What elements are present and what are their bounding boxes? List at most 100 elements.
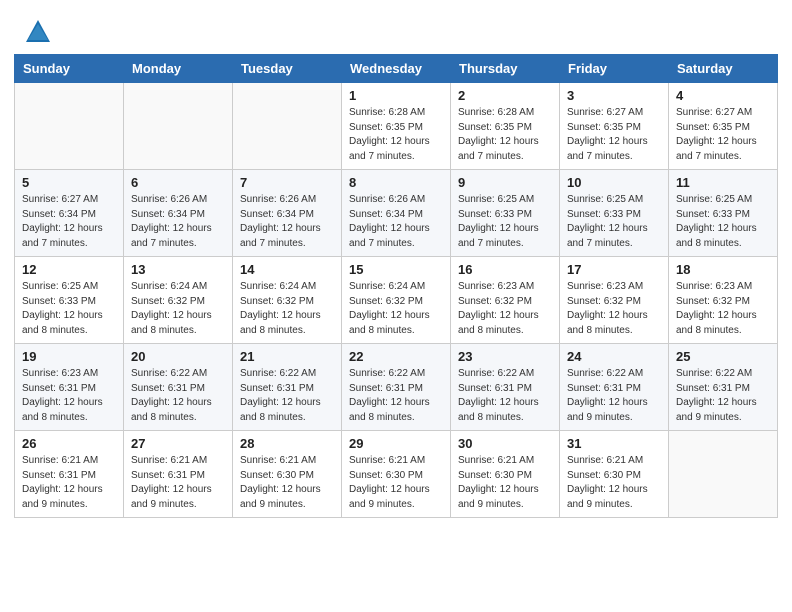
calendar-cell: 2 Sunrise: 6:28 AM Sunset: 6:35 PM Daylig… <box>451 83 560 170</box>
calendar-cell: 9Sunrise: 6:25 AM Sunset: 6:33 PM Daylig… <box>451 170 560 257</box>
header-cell-wednesday: Wednesday <box>342 55 451 83</box>
day-number: 24 <box>567 349 661 364</box>
calendar-cell: 18 Sunrise: 6:23 AM Sunset: 6:32 PM Dayli… <box>669 257 778 344</box>
calendar-cell: 29 Sunrise: 6:21 AM Sunset: 6:30 PM Dayli… <box>342 431 451 518</box>
day-info: Sunrise: 6:21 AM Sunset: 6:30 PM Dayligh… <box>349 454 443 512</box>
calendar-cell: 14 Sunrise: 6:24 AM Sunset: 6:32 PM Dayli… <box>233 257 342 344</box>
day-number: 11 <box>676 175 770 190</box>
header-cell-saturday: Saturday <box>669 55 778 83</box>
day-info: Sunrise: 6:21 AM Sunset: 6:30 PM Dayligh… <box>567 454 661 512</box>
calendar-cell: 25Sunrise: 6:22 AM Sunset: 6:31 PM Dayli… <box>669 344 778 431</box>
calendar-cell: 28 Sunrise: 6:21 AM Sunset: 6:30 PM Dayli… <box>233 431 342 518</box>
header-cell-monday: Monday <box>124 55 233 83</box>
calendar-cell: 19 Sunrise: 6:23 AM Sunset: 6:31 PM Dayli… <box>15 344 124 431</box>
header-cell-sunday: Sunday <box>15 55 124 83</box>
day-number: 12 <box>22 262 116 277</box>
calendar-cell <box>15 83 124 170</box>
day-number: 20 <box>131 349 225 364</box>
day-info: Sunrise: 6:26 AM Sunset: 6:34 PM Dayligh… <box>131 193 225 251</box>
day-info: Sunrise: 6:22 AM Sunset: 6:31 PM Dayligh… <box>240 367 334 425</box>
day-info: Sunrise: 6:23 AM Sunset: 6:32 PM Dayligh… <box>676 280 770 338</box>
calendar-cell: 7 Sunrise: 6:26 AM Sunset: 6:34 PM Daylig… <box>233 170 342 257</box>
calendar-cell: 4 Sunrise: 6:27 AM Sunset: 6:35 PM Daylig… <box>669 83 778 170</box>
calendar-cell <box>124 83 233 170</box>
day-info: Sunrise: 6:25 AM Sunset: 6:33 PM Dayligh… <box>567 193 661 251</box>
day-number: 15 <box>349 262 443 277</box>
calendar-cell: 1 Sunrise: 6:28 AM Sunset: 6:35 PM Daylig… <box>342 83 451 170</box>
day-number: 27 <box>131 436 225 451</box>
calendar-cell: 30 Sunrise: 6:21 AM Sunset: 6:30 PM Dayli… <box>451 431 560 518</box>
week-row-2: 12 Sunrise: 6:25 AM Sunset: 6:33 PM Dayli… <box>15 257 778 344</box>
day-info: Sunrise: 6:26 AM Sunset: 6:34 PM Dayligh… <box>240 193 334 251</box>
day-number: 30 <box>458 436 552 451</box>
day-number: 14 <box>240 262 334 277</box>
day-info: Sunrise: 6:24 AM Sunset: 6:32 PM Dayligh… <box>349 280 443 338</box>
day-number: 4 <box>676 88 770 103</box>
day-info: Sunrise: 6:21 AM Sunset: 6:30 PM Dayligh… <box>458 454 552 512</box>
day-info: Sunrise: 6:24 AM Sunset: 6:32 PM Dayligh… <box>240 280 334 338</box>
day-number: 28 <box>240 436 334 451</box>
calendar-cell: 17Sunrise: 6:23 AM Sunset: 6:32 PM Dayli… <box>560 257 669 344</box>
day-number: 7 <box>240 175 334 190</box>
header-cell-thursday: Thursday <box>451 55 560 83</box>
day-info: Sunrise: 6:27 AM Sunset: 6:35 PM Dayligh… <box>676 106 770 164</box>
calendar-cell: 3Sunrise: 6:27 AM Sunset: 6:35 PM Daylig… <box>560 83 669 170</box>
day-number: 9 <box>458 175 552 190</box>
day-number: 16 <box>458 262 552 277</box>
day-info: Sunrise: 6:22 AM Sunset: 6:31 PM Dayligh… <box>567 367 661 425</box>
calendar-cell: 23 Sunrise: 6:22 AM Sunset: 6:31 PM Dayli… <box>451 344 560 431</box>
calendar-cell: 15 Sunrise: 6:24 AM Sunset: 6:32 PM Dayli… <box>342 257 451 344</box>
day-number: 22 <box>349 349 443 364</box>
day-info: Sunrise: 6:26 AM Sunset: 6:34 PM Dayligh… <box>349 193 443 251</box>
page-header <box>0 0 792 54</box>
day-number: 2 <box>458 88 552 103</box>
calendar-cell: 5 Sunrise: 6:27 AM Sunset: 6:34 PM Daylig… <box>15 170 124 257</box>
logo <box>24 18 56 46</box>
calendar-cell: 8Sunrise: 6:26 AM Sunset: 6:34 PM Daylig… <box>342 170 451 257</box>
day-number: 1 <box>349 88 443 103</box>
day-number: 10 <box>567 175 661 190</box>
day-number: 23 <box>458 349 552 364</box>
calendar-header: SundayMondayTuesdayWednesdayThursdayFrid… <box>15 55 778 83</box>
week-row-1: 5 Sunrise: 6:27 AM Sunset: 6:34 PM Daylig… <box>15 170 778 257</box>
day-number: 19 <box>22 349 116 364</box>
week-row-3: 19 Sunrise: 6:23 AM Sunset: 6:31 PM Dayli… <box>15 344 778 431</box>
day-number: 13 <box>131 262 225 277</box>
day-info: Sunrise: 6:24 AM Sunset: 6:32 PM Dayligh… <box>131 280 225 338</box>
day-number: 17 <box>567 262 661 277</box>
day-info: Sunrise: 6:25 AM Sunset: 6:33 PM Dayligh… <box>22 280 116 338</box>
day-info: Sunrise: 6:22 AM Sunset: 6:31 PM Dayligh… <box>676 367 770 425</box>
day-info: Sunrise: 6:22 AM Sunset: 6:31 PM Dayligh… <box>349 367 443 425</box>
day-info: Sunrise: 6:22 AM Sunset: 6:31 PM Dayligh… <box>131 367 225 425</box>
calendar-wrapper: SundayMondayTuesdayWednesdayThursdayFrid… <box>0 54 792 532</box>
day-info: Sunrise: 6:22 AM Sunset: 6:31 PM Dayligh… <box>458 367 552 425</box>
day-info: Sunrise: 6:28 AM Sunset: 6:35 PM Dayligh… <box>349 106 443 164</box>
calendar-cell: 11Sunrise: 6:25 AM Sunset: 6:33 PM Dayli… <box>669 170 778 257</box>
day-number: 29 <box>349 436 443 451</box>
day-info: Sunrise: 6:21 AM Sunset: 6:31 PM Dayligh… <box>22 454 116 512</box>
calendar-cell: 16 Sunrise: 6:23 AM Sunset: 6:32 PM Dayli… <box>451 257 560 344</box>
day-number: 3 <box>567 88 661 103</box>
day-number: 6 <box>131 175 225 190</box>
calendar-cell: 6 Sunrise: 6:26 AM Sunset: 6:34 PM Daylig… <box>124 170 233 257</box>
calendar-cell: 26Sunrise: 6:21 AM Sunset: 6:31 PM Dayli… <box>15 431 124 518</box>
calendar-cell: 24 Sunrise: 6:22 AM Sunset: 6:31 PM Dayli… <box>560 344 669 431</box>
week-row-0: 1 Sunrise: 6:28 AM Sunset: 6:35 PM Daylig… <box>15 83 778 170</box>
day-info: Sunrise: 6:28 AM Sunset: 6:35 PM Dayligh… <box>458 106 552 164</box>
calendar-cell: 12 Sunrise: 6:25 AM Sunset: 6:33 PM Dayli… <box>15 257 124 344</box>
day-number: 18 <box>676 262 770 277</box>
calendar-cell: 21 Sunrise: 6:22 AM Sunset: 6:31 PM Dayli… <box>233 344 342 431</box>
day-info: Sunrise: 6:23 AM Sunset: 6:32 PM Dayligh… <box>458 280 552 338</box>
day-info: Sunrise: 6:23 AM Sunset: 6:31 PM Dayligh… <box>22 367 116 425</box>
day-info: Sunrise: 6:21 AM Sunset: 6:30 PM Dayligh… <box>240 454 334 512</box>
header-cell-tuesday: Tuesday <box>233 55 342 83</box>
day-info: Sunrise: 6:27 AM Sunset: 6:34 PM Dayligh… <box>22 193 116 251</box>
day-number: 21 <box>240 349 334 364</box>
day-number: 5 <box>22 175 116 190</box>
header-row: SundayMondayTuesdayWednesdayThursdayFrid… <box>15 55 778 83</box>
calendar-cell: 20 Sunrise: 6:22 AM Sunset: 6:31 PM Dayli… <box>124 344 233 431</box>
day-info: Sunrise: 6:21 AM Sunset: 6:31 PM Dayligh… <box>131 454 225 512</box>
calendar-cell: 27 Sunrise: 6:21 AM Sunset: 6:31 PM Dayli… <box>124 431 233 518</box>
week-row-4: 26Sunrise: 6:21 AM Sunset: 6:31 PM Dayli… <box>15 431 778 518</box>
calendar-cell: 22 Sunrise: 6:22 AM Sunset: 6:31 PM Dayli… <box>342 344 451 431</box>
